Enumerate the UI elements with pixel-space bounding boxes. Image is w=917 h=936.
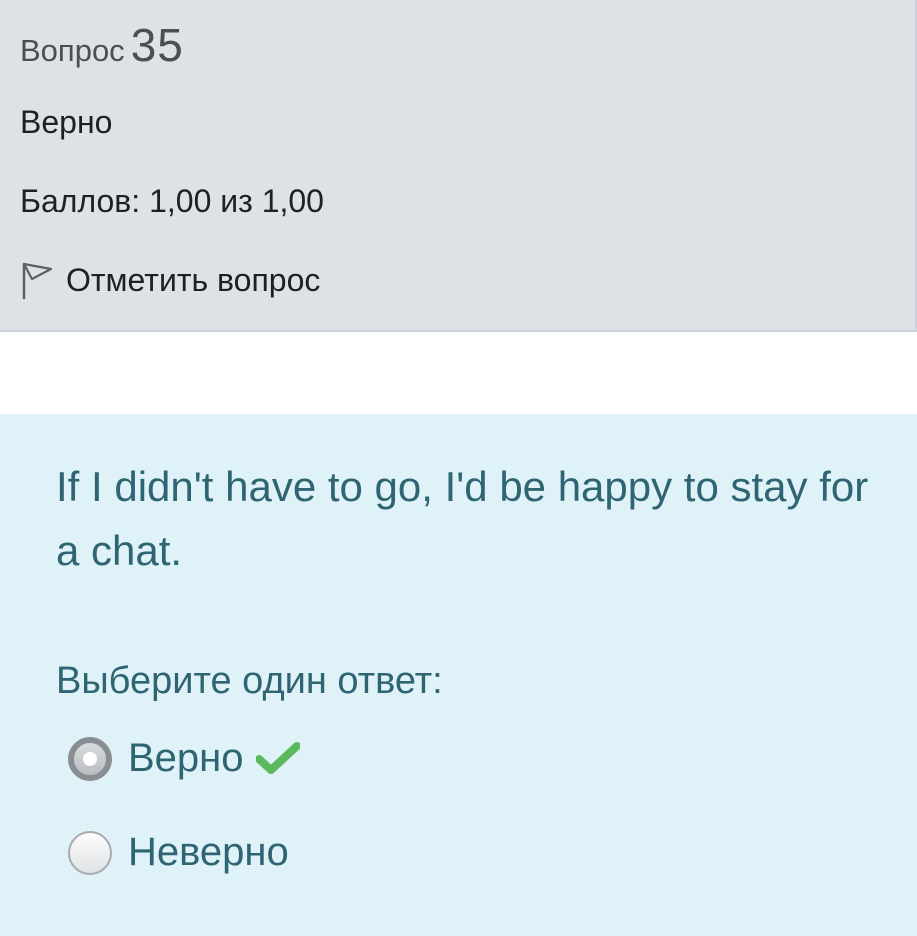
flag-question-label: Отметить вопрос [66, 261, 321, 298]
answer-label-true: Верно [128, 736, 244, 780]
answer-option-true[interactable]: Верно [68, 736, 300, 781]
question-state: Верно [20, 104, 113, 140]
question-number-heading: Вопрос 35 [20, 18, 184, 72]
question-info-panel: Вопрос 35 Верно Баллов: 1,00 из 1,00 Отме… [0, 0, 917, 332]
question-word: Вопрос [20, 33, 125, 68]
answer-prompt: Выберите один ответ: [56, 660, 443, 702]
question-text: If I didn't have to go, I'd be happy to … [56, 463, 869, 574]
question-number: 35 [130, 19, 184, 71]
radio-dot [83, 751, 97, 766]
radio-button-selected[interactable] [68, 736, 112, 781]
flag-question-link[interactable]: Отметить вопрос [20, 260, 320, 300]
answer-option-false[interactable]: Неверно [68, 830, 289, 875]
question-grade: Баллов: 1,00 из 1,00 [20, 183, 324, 219]
check-icon [255, 741, 300, 774]
radio-button-unselected[interactable] [68, 830, 112, 875]
flag-outline-icon [22, 262, 53, 300]
answer-label-false: Неверно [128, 830, 289, 874]
